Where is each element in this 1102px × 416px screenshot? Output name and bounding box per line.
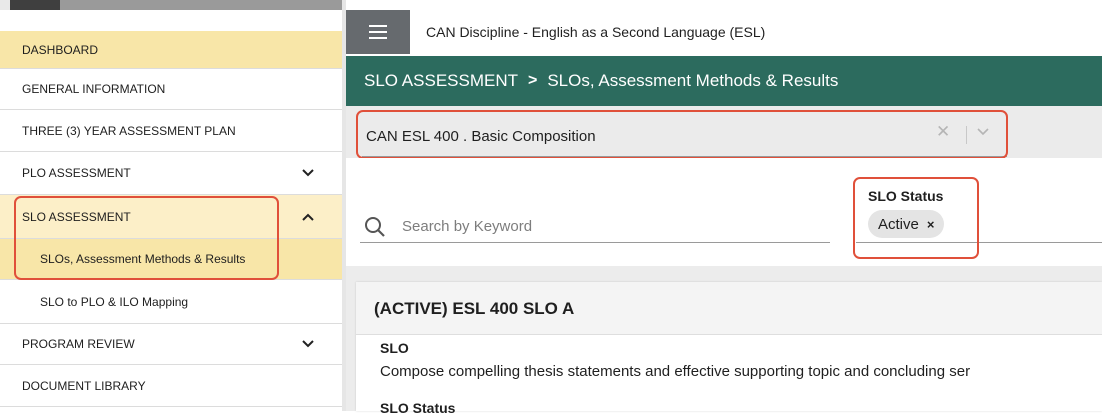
search-input[interactable] bbox=[400, 212, 824, 240]
sidebar-item-label: SLO to PLO & ILO Mapping bbox=[40, 294, 189, 309]
clear-icon[interactable]: ✕ bbox=[936, 122, 950, 142]
breadcrumb-page: SLOs, Assessment Methods & Results bbox=[547, 71, 839, 90]
sidebar-item-label: PLO ASSESSMENT bbox=[22, 166, 131, 180]
sidebar-subitem-slos-methods-results[interactable]: SLOs, Assessment Methods & Results bbox=[0, 239, 342, 280]
chevron-down-icon[interactable] bbox=[300, 165, 316, 181]
sidebar-item-label: DOCUMENT LIBRARY bbox=[22, 378, 146, 393]
sidebar-item-program-review[interactable]: PROGRAM REVIEW bbox=[0, 324, 342, 365]
hamburger-menu-button[interactable] bbox=[346, 10, 410, 54]
sidebar-item-three-year-plan[interactable]: THREE (3) YEAR ASSESSMENT PLAN bbox=[0, 110, 342, 152]
sidebar-item-label: PROGRAM REVIEW bbox=[22, 337, 135, 351]
breadcrumb-separator: > bbox=[528, 72, 538, 89]
select-separator bbox=[966, 126, 967, 144]
hamburger-icon bbox=[369, 25, 387, 39]
search-icon bbox=[364, 216, 386, 243]
sidebar-item-document-library[interactable]: DOCUMENT LIBRARY bbox=[0, 365, 342, 407]
sidebar-item-label: SLOs, Assessment Methods & Results bbox=[40, 252, 246, 266]
course-select-underline bbox=[362, 156, 1007, 157]
filter-area: SLO Status Active × bbox=[346, 158, 1102, 266]
slo-label: SLO bbox=[380, 340, 409, 356]
status-underline bbox=[856, 242, 1102, 243]
sidebar-top-segment-dark bbox=[10, 0, 60, 10]
course-select-value[interactable]: CAN ESL 400 . Basic Composition bbox=[366, 128, 596, 145]
sidebar-item-general-information[interactable]: GENERAL INFORMATION bbox=[0, 69, 342, 110]
search-underline bbox=[360, 242, 830, 243]
chip-remove-icon[interactable]: × bbox=[927, 217, 935, 232]
sidebar: DASHBOARD GENERAL INFORMATION THREE (3) … bbox=[0, 0, 342, 411]
sidebar-item-label: GENERAL INFORMATION bbox=[22, 82, 166, 96]
status-chip-label: Active bbox=[878, 215, 919, 233]
slo-text: Compose compelling thesis statements and… bbox=[380, 363, 971, 380]
sidebar-item-plo-assessment[interactable]: PLO ASSESSMENT bbox=[0, 152, 342, 195]
slo-status-field-label: SLO Status bbox=[380, 400, 456, 416]
slo-card-title: (ACTIVE) ESL 400 SLO A bbox=[374, 299, 575, 318]
breadcrumb-section[interactable]: SLO ASSESSMENT bbox=[364, 71, 518, 91]
status-chip[interactable]: Active × bbox=[868, 210, 945, 238]
sidebar-top-segment-light bbox=[0, 0, 10, 10]
slo-card: (ACTIVE) ESL 400 SLO A SLO Compose compe… bbox=[356, 282, 1102, 416]
slo-card-header[interactable]: (ACTIVE) ESL 400 SLO A bbox=[356, 282, 1102, 335]
chevron-down-icon[interactable] bbox=[976, 124, 990, 143]
breadcrumb: SLO ASSESSMENT > SLOs, Assessment Method… bbox=[346, 56, 1102, 106]
sidebar-item-dashboard[interactable]: DASHBOARD bbox=[0, 31, 342, 69]
page-title: CAN Discipline - English as a Second Lan… bbox=[426, 24, 766, 40]
sidebar-item-label: DASHBOARD bbox=[22, 42, 99, 57]
sidebar-top-strip bbox=[0, 0, 342, 10]
chevron-down-icon[interactable] bbox=[300, 336, 316, 352]
sidebar-subitem-slo-plo-ilo-mapping[interactable]: SLO to PLO & ILO Mapping bbox=[0, 280, 342, 324]
sidebar-item-slo-assessment[interactable]: SLO ASSESSMENT bbox=[0, 195, 342, 239]
sidebar-item-label: SLO ASSESSMENT bbox=[22, 209, 131, 224]
chevron-up-icon[interactable] bbox=[300, 209, 316, 225]
sidebar-item-label: THREE (3) YEAR ASSESSMENT PLAN bbox=[22, 123, 236, 138]
course-select[interactable]: CAN ESL 400 . Basic Composition ✕ bbox=[346, 106, 1102, 158]
slo-status-label: SLO Status bbox=[868, 188, 944, 204]
